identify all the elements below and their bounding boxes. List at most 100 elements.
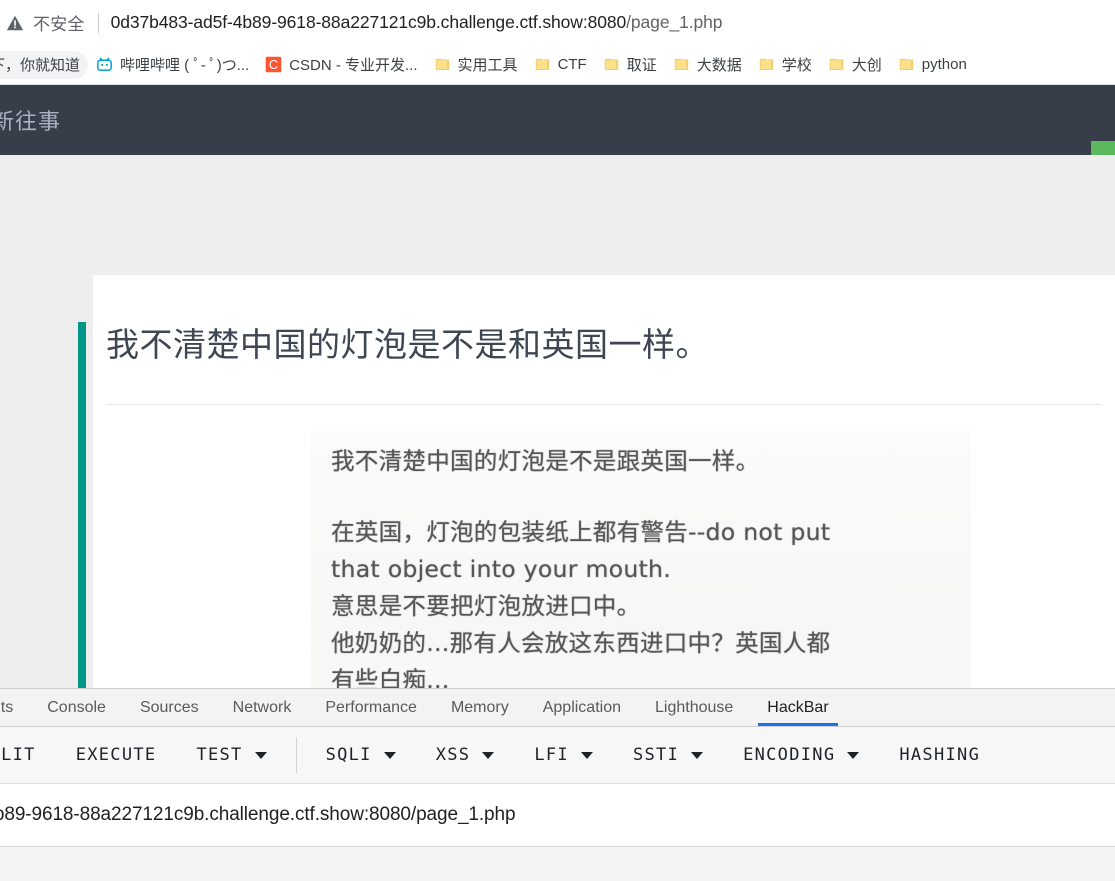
omnibox-url-path: /page_1.php xyxy=(626,12,723,32)
devtools-panel: ents Console Sources Network Performance… xyxy=(0,688,1115,881)
button-label: ENCODING xyxy=(743,745,836,765)
tab-label: Lighthouse xyxy=(655,698,734,716)
folder-icon xyxy=(535,58,549,71)
chevron-down-icon xyxy=(254,751,267,759)
tab-label: Network xyxy=(232,698,292,716)
bookmark-folder-tools[interactable]: 实用工具 xyxy=(426,51,526,79)
bookmark-label: 大创 xyxy=(851,57,882,74)
bookmark-label: 大数据 xyxy=(696,57,742,74)
devtools-tabbar: ents Console Sources Network Performance… xyxy=(0,689,1115,727)
bookmark-label: 学校 xyxy=(781,57,812,74)
bookmark-label: 哔哩哔哩 ( ﾟ- ﾟ)つ... xyxy=(120,57,250,74)
title-divider xyxy=(106,404,1101,405)
scan-line: 有些白痴... xyxy=(331,666,450,688)
chevron-down-icon xyxy=(847,751,860,759)
tab-elements[interactable]: ents xyxy=(0,689,30,726)
security-status-label[interactable]: 不安全 xyxy=(33,10,85,35)
bookmark-folder-school[interactable]: 学校 xyxy=(750,51,820,79)
tab-label: Performance xyxy=(325,698,417,716)
bookmark-label: 取证 xyxy=(626,57,657,74)
scan-gap xyxy=(311,480,971,514)
tab-network[interactable]: Network xyxy=(216,689,309,726)
tab-label: HackBar xyxy=(767,698,829,716)
button-label: SSTI xyxy=(632,745,680,765)
tab-label: Memory xyxy=(450,698,509,716)
chevron-down-icon xyxy=(383,751,396,759)
scan-line: 在英国，灯泡的包装纸上都有警告--do not put xyxy=(331,518,831,546)
navbar-accent-block xyxy=(1091,141,1115,155)
bookmark-folder-dachuang[interactable]: 大创 xyxy=(820,51,890,79)
bilibili-icon xyxy=(97,57,112,71)
folder-icon xyxy=(899,58,913,71)
hackbar-execute-button[interactable]: EXECUTE xyxy=(56,735,177,775)
button-label: TEST xyxy=(196,745,243,765)
chevron-down-icon xyxy=(482,751,495,759)
chevron-down-icon xyxy=(691,751,704,759)
bookmark-label: CSDN - 专业开发... xyxy=(289,57,418,74)
post-card: 我不清楚中国的灯泡是不是和英国一样。 我不清楚中国的灯泡是不是跟英国一样。 在英… xyxy=(78,275,1115,688)
tab-sources[interactable]: Sources xyxy=(123,689,216,726)
tab-application[interactable]: Application xyxy=(526,689,638,726)
bookmark-folder-ctf[interactable]: CTF xyxy=(526,51,595,79)
bookmark-bilibili[interactable]: 哔哩哔哩 ( ﾟ- ﾟ)つ... xyxy=(88,51,257,79)
button-label: SPLIT xyxy=(0,745,36,765)
bookmark-label: 度一下，你就知道 xyxy=(0,57,81,74)
tab-console[interactable]: Console xyxy=(30,689,123,726)
hackbar-test-menu[interactable]: TEST xyxy=(176,735,286,775)
omnibox-url-host: 0d37b483-ad5f-4b89-9618-88a227121c9b.cha… xyxy=(110,12,627,32)
tab-lighthouse[interactable]: Lighthouse xyxy=(638,689,750,726)
tab-label: Sources xyxy=(139,698,199,716)
tab-label: Console xyxy=(47,698,106,716)
site-navbar: 萌新往事 xyxy=(0,85,1115,155)
folder-icon xyxy=(759,58,773,71)
csdn-icon: C xyxy=(265,56,282,73)
page-title: 我不清楚中国的灯泡是不是和英国一样。 xyxy=(106,326,709,363)
tab-label: ents xyxy=(0,698,14,716)
scan-line: that object into your mouth. xyxy=(331,555,672,583)
button-label: XSS xyxy=(435,745,471,765)
bookmark-label: python xyxy=(921,56,967,73)
bookmark-folder-python[interactable]: python xyxy=(890,51,975,79)
tab-label: Application xyxy=(542,698,621,716)
omnibox[interactable]: 不安全 0d37b483-ad5f-4b89-9618-88a227121c9b… xyxy=(0,0,1115,45)
bookmark-folder-forensics[interactable]: 取证 xyxy=(595,51,665,79)
hackbar-sqli-menu[interactable]: SQLI xyxy=(306,735,416,775)
bookmark-folder-bigdata[interactable]: 大数据 xyxy=(665,51,750,79)
tab-hackbar[interactable]: HackBar xyxy=(750,689,845,726)
scan-line: 他奶奶的...那有人会放这东西进口中？英国人都 xyxy=(331,629,831,657)
hackbar-ssti-menu[interactable]: SSTI xyxy=(613,735,723,775)
browser-chrome: 不安全 0d37b483-ad5f-4b89-9618-88a227121c9b… xyxy=(0,0,1115,85)
warning-triangle-icon xyxy=(6,15,24,30)
omnibox-url[interactable]: 0d37b483-ad5f-4b89-9618-88a227121c9b.cha… xyxy=(111,12,723,33)
hackbar-xss-menu[interactable]: XSS xyxy=(416,735,515,775)
bookmark-csdn[interactable]: C CSDN - 专业开发... xyxy=(257,51,425,79)
hackbar-encoding-menu[interactable]: ENCODING xyxy=(723,735,879,775)
scan-line: 我不清楚中国的灯泡是不是跟英国一样。 xyxy=(331,447,760,475)
button-label: LFI xyxy=(534,745,569,765)
bookmark-baidu[interactable]: 度一下，你就知道 xyxy=(0,50,89,79)
chevron-down-icon xyxy=(580,751,593,759)
bookmark-label: CTF xyxy=(557,56,587,73)
card-accent-bar xyxy=(78,322,86,688)
hackbar-url-row[interactable]: 483-ad5f-4b89-9618-88a227121c9b.challeng… xyxy=(0,784,1115,847)
tab-performance[interactable]: Performance xyxy=(308,689,434,726)
scanned-text-image: 我不清楚中国的灯泡是不是跟英国一样。 在英国，灯泡的包装纸上都有警告--do n… xyxy=(311,431,971,688)
scan-line: 意思是不要把灯泡放进口中。 xyxy=(331,592,641,620)
folder-icon xyxy=(604,58,618,71)
svg-text:C: C xyxy=(269,57,278,72)
site-brand[interactable]: 萌新往事 xyxy=(0,104,61,136)
folder-icon xyxy=(674,58,688,71)
hackbar-toolbar: SPLIT EXECUTE TEST SQLI XSS LFI SSTI ENC… xyxy=(0,727,1115,784)
hackbar-hashing-menu[interactable]: HASHING xyxy=(879,735,1000,775)
omnibox-divider xyxy=(97,12,99,33)
tab-memory[interactable]: Memory xyxy=(434,689,526,726)
folder-icon xyxy=(435,58,449,71)
hackbar-split-button[interactable]: SPLIT xyxy=(0,735,56,775)
button-label: SQLI xyxy=(325,745,372,765)
toolbar-divider xyxy=(295,737,297,773)
page-viewport: 萌新往事 我不清楚中国的灯泡是不是和英国一样。 我不清楚中国的灯泡是不是跟英国一… xyxy=(0,85,1115,688)
folder-icon xyxy=(829,58,843,71)
hackbar-lfi-menu[interactable]: LFI xyxy=(514,735,613,775)
hackbar-url-input[interactable]: 483-ad5f-4b89-9618-88a227121c9b.challeng… xyxy=(0,804,516,826)
button-label: HASHING xyxy=(899,745,981,765)
